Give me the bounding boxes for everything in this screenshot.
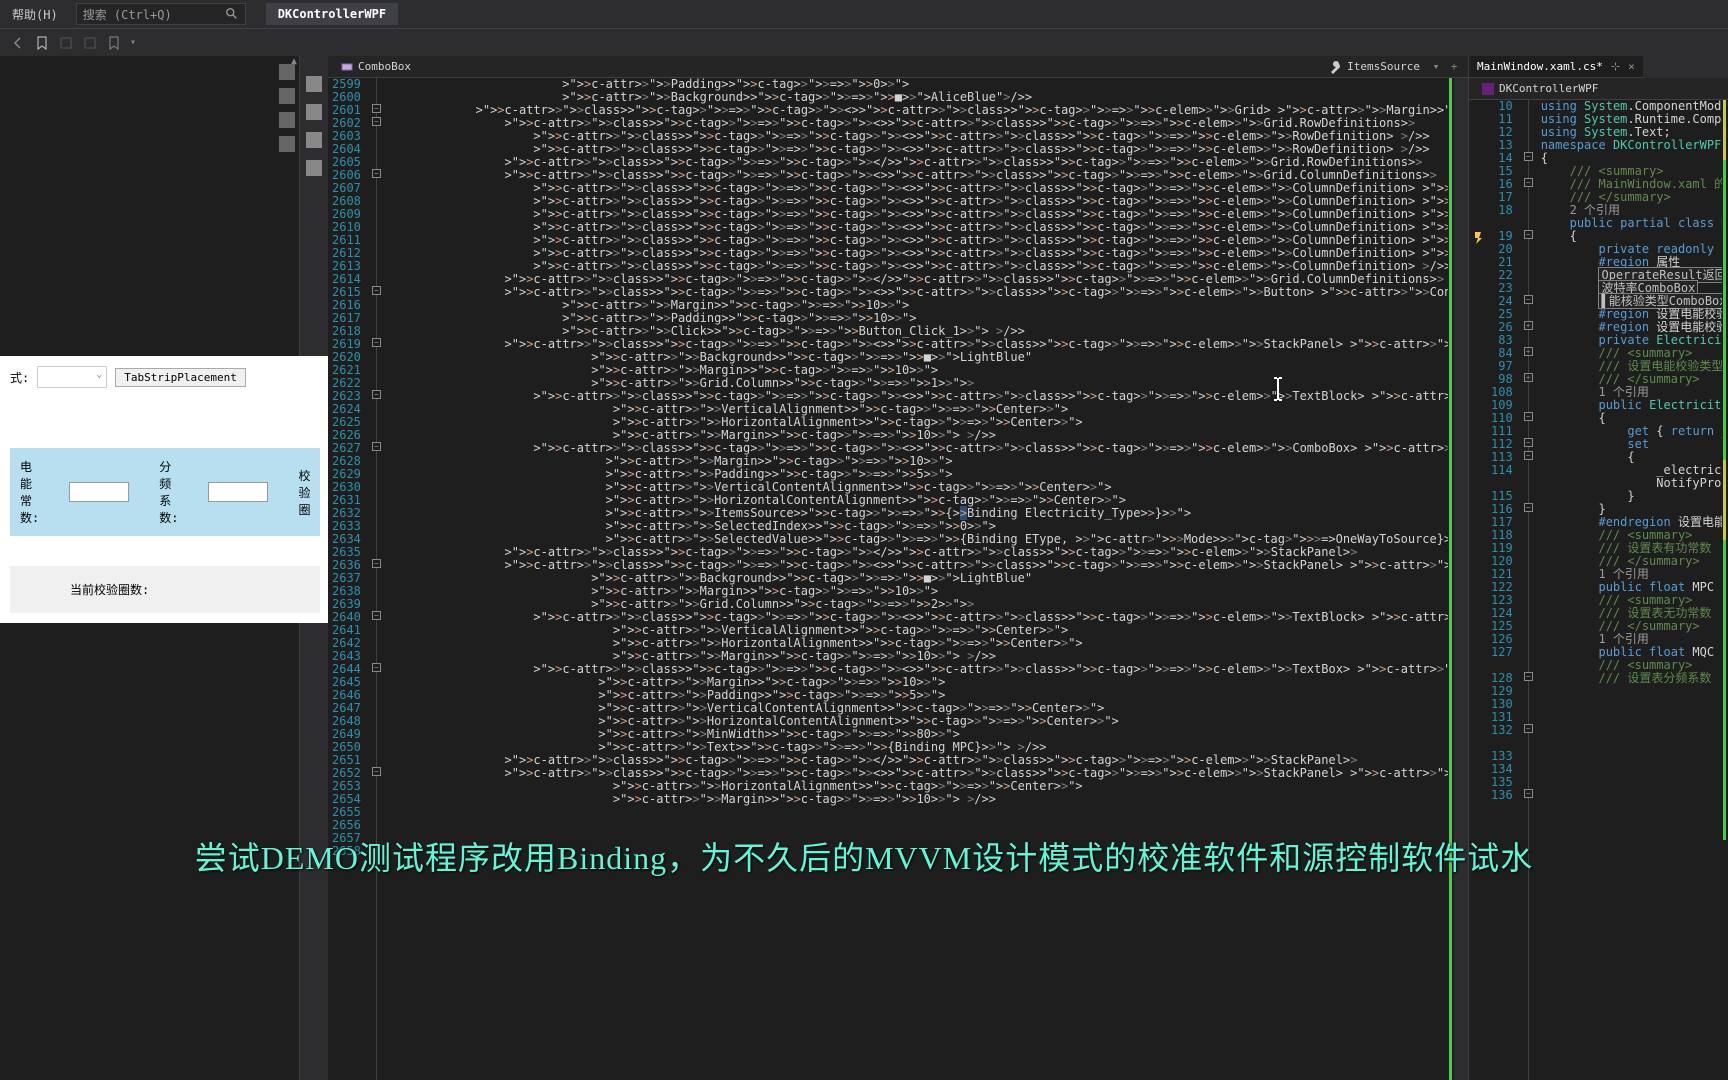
div-input[interactable] (208, 482, 268, 502)
bookmark-prev-icon[interactable] (58, 35, 74, 51)
back-icon[interactable] (10, 35, 26, 51)
line-numbers: 2599260026012602260326042605260626072608… (328, 78, 369, 1080)
tool-icon-1[interactable] (279, 64, 295, 80)
cs-file-tab[interactable]: MainWindow.xaml.cs* ⊹ × (1469, 56, 1643, 78)
split-icon[interactable]: ▾ (1426, 60, 1446, 73)
cs-code-content[interactable]: using System.ComponentModel;using System… (1537, 100, 1722, 1080)
add-icon[interactable]: + (1446, 60, 1462, 73)
tool-icon-2[interactable] (279, 88, 295, 104)
bookmark-icon[interactable] (34, 35, 50, 51)
cs-line-numbers: 101112131415161718 192021222324252683849… (1487, 100, 1521, 1080)
style-combo[interactable] (37, 366, 107, 388)
pin-icon[interactable]: ⊹ (1611, 60, 1620, 73)
help-menu[interactable]: 帮助(H) (4, 6, 66, 23)
search-icon (225, 7, 239, 21)
search-input[interactable]: 搜索 (Ctrl+Q) (76, 3, 246, 25)
code-content[interactable]: >">>c-attr>>">>Padding>>">>c-tag>>">>=>>… (385, 78, 1448, 1080)
arrow-icon[interactable] (306, 76, 322, 92)
xaml-code[interactable]: 2599260026012602260326042605260626072608… (328, 78, 1468, 1080)
breadcrumb-project[interactable]: DKControllerWPF (1475, 82, 1604, 96)
tool-icon-3[interactable] (279, 112, 295, 128)
glyph-margin (1469, 100, 1487, 1080)
wrench-icon (1329, 60, 1343, 74)
refresh-icon[interactable] (306, 104, 322, 120)
const-input[interactable] (69, 482, 129, 502)
csharp-icon (1481, 82, 1495, 96)
xaml-breadcrumb: ComboBox ItemsSource ▾ + (328, 56, 1468, 78)
wpf-design-surface[interactable]: 式: TabStripPlacement 电能常数: 分频系数: 校验圈 当前校… (0, 356, 330, 623)
close-icon[interactable]: × (1628, 60, 1635, 73)
breadcrumb-itemssource[interactable]: ItemsSource (1323, 60, 1426, 74)
label-check: 校验圈 (298, 467, 310, 518)
breadcrumb-combobox[interactable]: ComboBox (334, 60, 417, 74)
scrollbar[interactable] (1454, 78, 1468, 1080)
toolbar: ▾ (0, 28, 1728, 56)
grid-icon[interactable] (306, 132, 322, 148)
label-div: 分频系数: (159, 458, 178, 526)
tool-icon-4[interactable] (279, 136, 295, 152)
search-placeholder: 搜索 (Ctrl+Q) (83, 6, 225, 23)
lightbulb-icon[interactable] (1471, 230, 1485, 244)
cs-breadcrumb: DKControllerWPF (1469, 78, 1728, 100)
field-icon (340, 60, 354, 74)
label-current: 当前校验圈数: (70, 581, 149, 598)
bookmark-next-icon[interactable] (82, 35, 98, 51)
snap-icon[interactable] (306, 160, 322, 176)
cs-code[interactable]: 101112131415161718 192021222324252683849… (1469, 100, 1728, 1080)
label-style: 式: (10, 369, 29, 386)
bookmark-clear-icon[interactable] (106, 35, 122, 51)
project-name: DKControllerWPF (266, 3, 398, 25)
label-const: 电能常数: (20, 458, 39, 526)
overflow-icon[interactable]: ▾ (130, 37, 136, 48)
designer-pane: ▲ 式: TabStripPlacement 电能常数: 分频系数: 校验圈 (0, 56, 300, 1080)
cs-editor-pane: MainWindow.xaml.cs* ⊹ × DKControllerWPF … (1468, 56, 1728, 1080)
xaml-editor-pane: ComboBox ItemsSource ▾ + 259926002601260… (328, 56, 1468, 1080)
tabstrip-button[interactable]: TabStripPlacement (115, 368, 246, 387)
top-menubar: 帮助(H) 搜索 (Ctrl+Q) DKControllerWPF (0, 0, 1728, 28)
